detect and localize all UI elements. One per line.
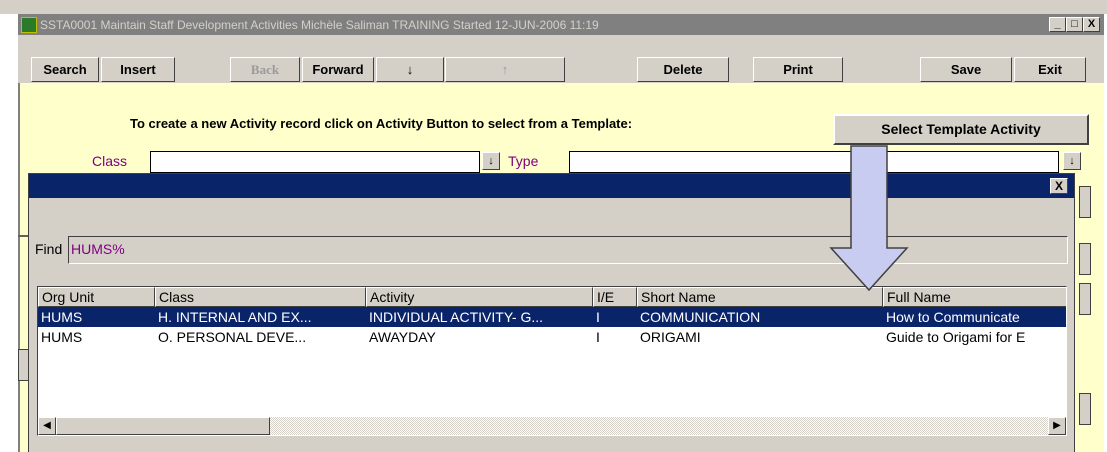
arrow-shape [829,145,909,292]
down-arrow-annotation [829,145,909,292]
